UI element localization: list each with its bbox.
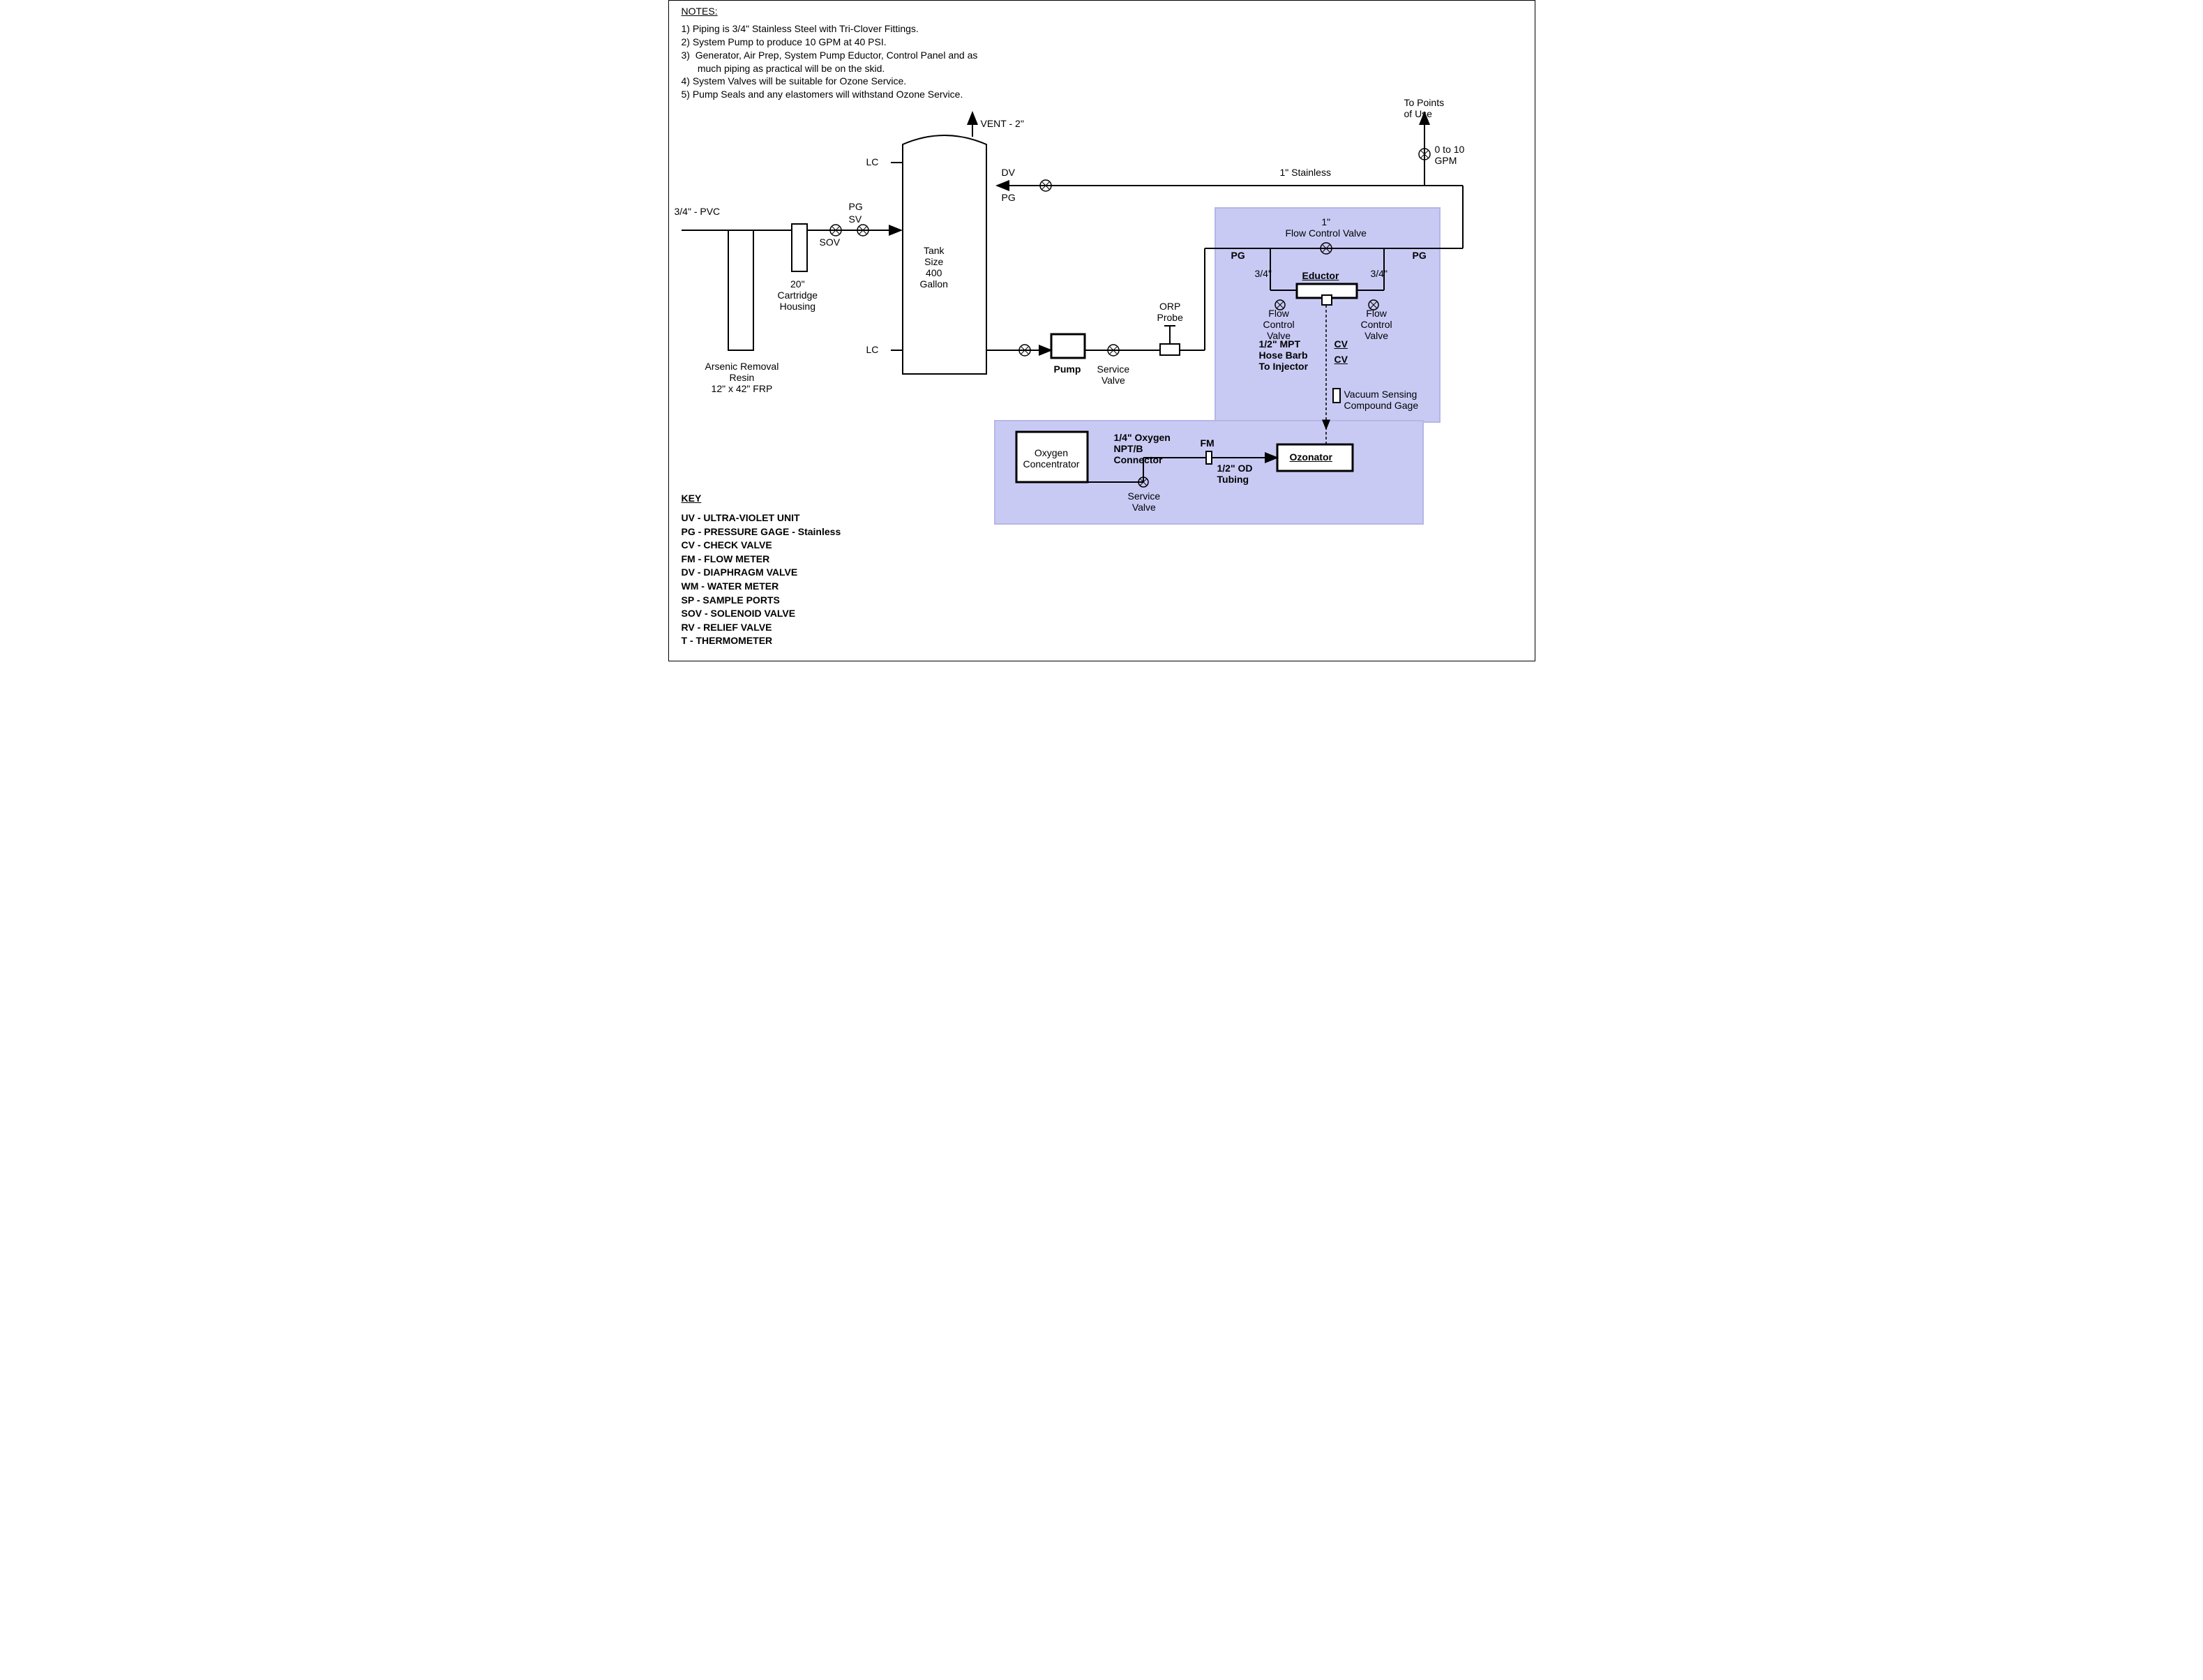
label-34: 3/4"	[1255, 268, 1272, 279]
key-item: T - THERMOMETER	[682, 634, 841, 648]
label-stainless: 1" Stainless	[1280, 167, 1331, 178]
label-lc: LC	[866, 156, 879, 167]
label-tank: Tank Size 400 Gallon	[920, 245, 948, 290]
label-fcv: Flow Control Valve	[1263, 308, 1295, 341]
piping-diagram: NOTES: 1) Piping is 3/4" Stainless Steel…	[668, 0, 1535, 661]
label-sov: SOV	[820, 237, 841, 248]
label-sv: SV	[849, 213, 862, 225]
label-service-valve: Service Valve	[1097, 363, 1130, 386]
label-fm: FM	[1201, 437, 1215, 449]
label-oxy-conn: 1/4" Oxygen NPT/B Connector	[1114, 432, 1171, 465]
label-pg: PG	[1231, 250, 1245, 261]
label-mpt: 1/2" MPT Hose Barb To Injector	[1259, 338, 1309, 372]
key-item: CV - CHECK VALVE	[682, 539, 841, 553]
key-item: RV - RELIEF VALVE	[682, 621, 841, 635]
label-ozonator: Ozonator	[1290, 451, 1332, 463]
key-item: WM - WATER METER	[682, 580, 841, 594]
label-dv: DV	[1002, 167, 1015, 178]
label-pvc: 3/4" - PVC	[675, 206, 721, 217]
key-item: FM - FLOW METER	[682, 553, 841, 567]
label-arsenic: Arsenic Removal Resin 12" x 42" FRP	[705, 361, 779, 394]
label-cv: CV	[1334, 354, 1348, 365]
label-fcv: Flow Control Valve	[1361, 308, 1392, 341]
label-pg: PG	[849, 201, 863, 212]
key-item: PG - PRESSURE GAGE - Stainless	[682, 525, 841, 539]
key-item: UV - ULTRA-VIOLET UNIT	[682, 511, 841, 525]
label-tubing: 1/2" OD Tubing	[1217, 463, 1253, 485]
label-vent: VENT - 2"	[981, 118, 1024, 129]
label-cartridge: 20" Cartridge Housing	[778, 278, 818, 312]
key-title: KEY	[682, 492, 841, 506]
label-34: 3/4"	[1371, 268, 1388, 279]
label-service-valve: Service Valve	[1128, 490, 1161, 513]
label-pump: Pump	[1054, 363, 1081, 375]
key-item: DV - DIAPHRAGM VALVE	[682, 566, 841, 580]
label-eductor: Eductor	[1302, 270, 1339, 281]
label-orp: ORP Probe	[1157, 301, 1183, 323]
label-points: To Points of Use	[1404, 97, 1445, 119]
label-pg: PG	[1413, 250, 1427, 261]
key-block: KEY UV - ULTRA-VIOLET UNIT PG - PRESSURE…	[682, 492, 841, 648]
key-item: SP - SAMPLE PORTS	[682, 594, 841, 608]
key-item: SOV - SOLENOID VALVE	[682, 607, 841, 621]
label-lc: LC	[866, 344, 879, 355]
label-fcv-main: 1" Flow Control Valve	[1286, 216, 1367, 239]
label-pg: PG	[1002, 192, 1016, 203]
label-cv: CV	[1334, 338, 1348, 350]
label-gpm: 0 to 10 GPM	[1435, 144, 1465, 166]
label-oxy-conc: Oxygen Concentrator	[1023, 447, 1080, 470]
label-vac: Vacuum Sensing Compound Gage	[1344, 389, 1419, 411]
